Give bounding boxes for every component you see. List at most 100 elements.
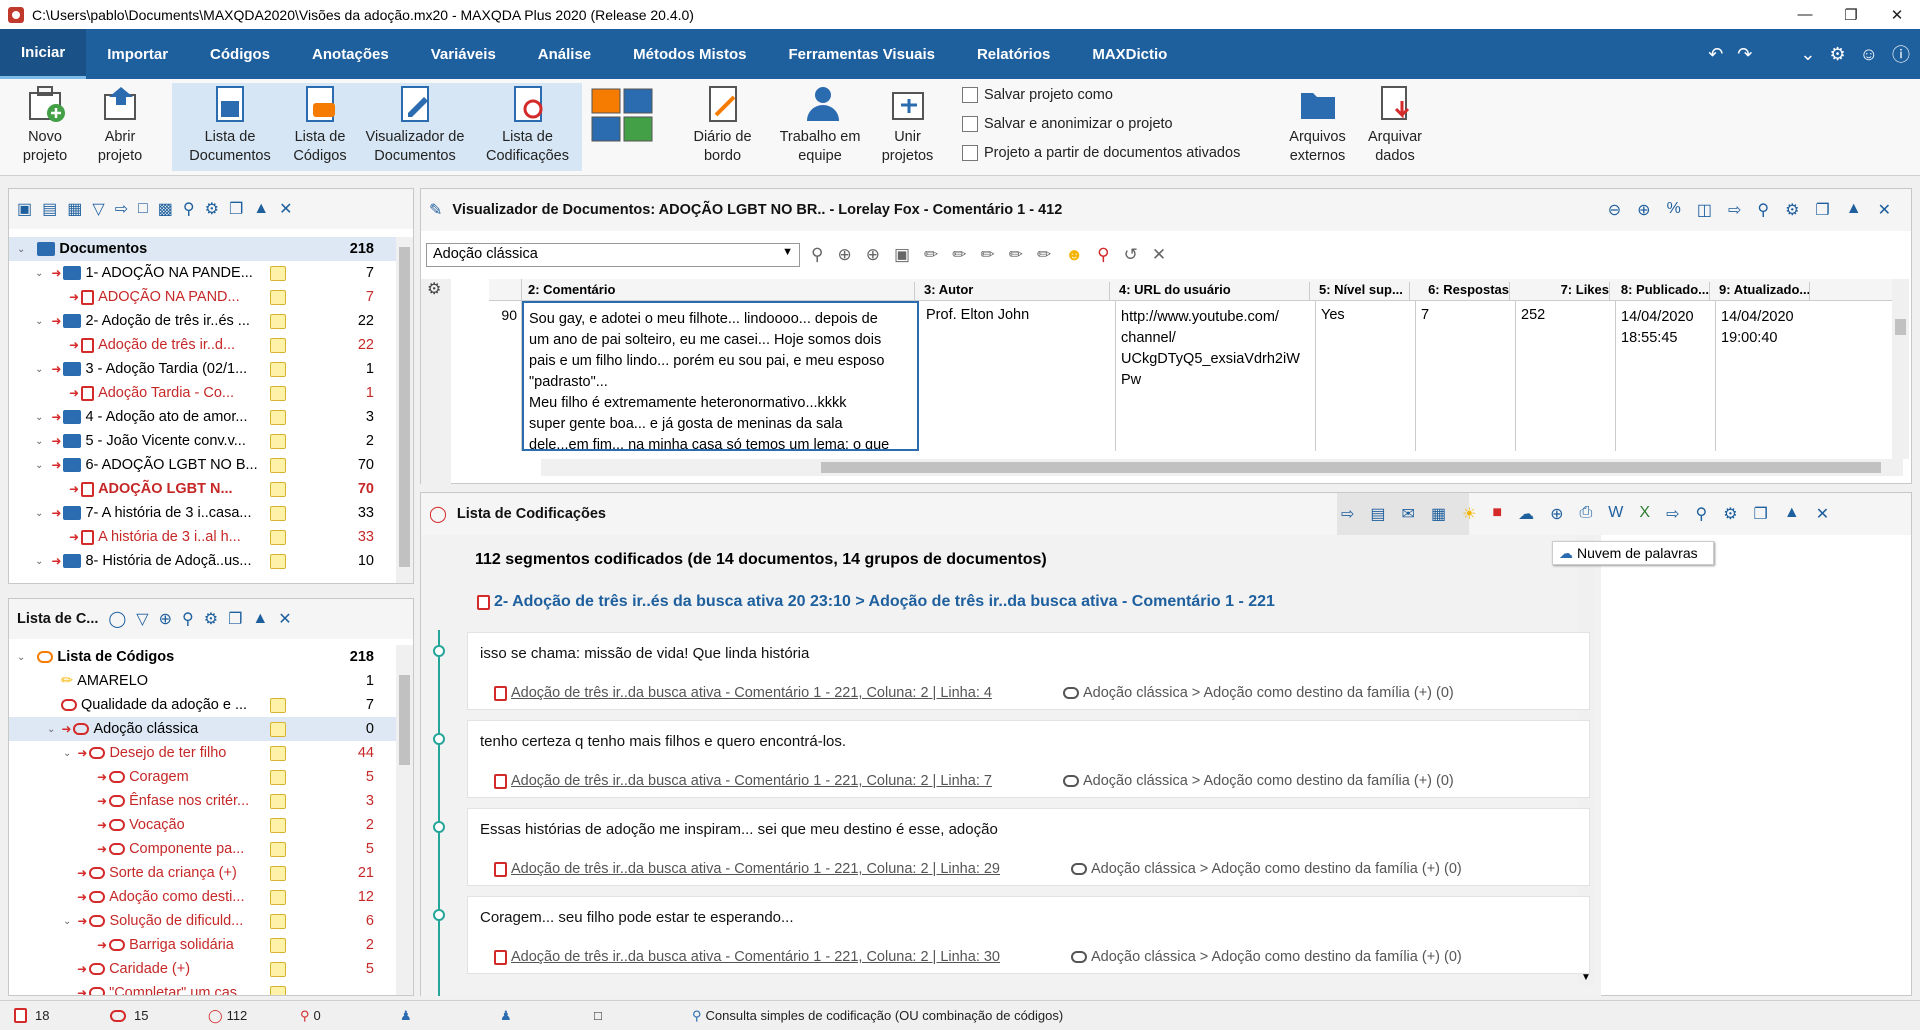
segment-marker-icon[interactable] xyxy=(433,909,445,921)
chevron-icon[interactable]: ⌄ xyxy=(63,916,71,927)
float-window-icon[interactable]: ❐ xyxy=(228,609,242,629)
memo-icon[interactable] xyxy=(270,865,286,881)
code-item[interactable]: ⌄ ➜ Desejo de ter filho 44 xyxy=(9,741,396,765)
memo-icon[interactable] xyxy=(270,553,286,569)
memo-icon[interactable] xyxy=(270,457,286,473)
segment-source-link[interactable]: Adoção de três ir..da busca ativa - Come… xyxy=(494,949,1000,965)
tab-0[interactable]: Iniciar xyxy=(0,29,87,79)
code-item[interactable]: ➜ "Completar" um cas... xyxy=(9,981,396,995)
code-item[interactable]: ⌄ ➜ Adoção clássica 0 xyxy=(9,717,396,741)
code-item[interactable]: ➜ Componente pa... 5 xyxy=(9,837,396,861)
memo-icon[interactable] xyxy=(270,313,286,329)
document-list-button[interactable]: Lista de Documentos xyxy=(189,83,271,171)
coded-segment[interactable]: Essas histórias de adoção me inspiram...… xyxy=(467,808,1590,886)
code-item[interactable]: ⌄ ➜ Solução de dificuld... 6 xyxy=(9,909,396,933)
tab-8[interactable]: Relatórios xyxy=(956,29,1071,79)
close-window-button[interactable]: ✕ xyxy=(1874,0,1920,29)
remove-code-icon[interactable]: ✕ xyxy=(1152,245,1166,265)
table-icon[interactable]: ▦ xyxy=(1431,504,1446,524)
memo-icon[interactable] xyxy=(270,409,286,425)
coded-segments-button[interactable]: Lista de Codificações xyxy=(480,83,575,171)
highlight-icon[interactable]: ✏ xyxy=(952,245,966,265)
zoom-in-icon[interactable]: ⊕ xyxy=(1637,200,1650,220)
chevron-icon[interactable]: ⌄ xyxy=(35,436,43,447)
memo-icon[interactable] xyxy=(270,265,286,281)
published-cell[interactable]: 14/04/2020 18:55:45 xyxy=(1616,301,1716,451)
column-header[interactable]: 7: Likes xyxy=(1516,282,1610,301)
documents-root[interactable]: ⌄ Documentos 218 xyxy=(9,237,396,261)
updated-cell[interactable]: 14/04/2020 19:00:40 xyxy=(1716,301,1816,451)
code-pin-icon[interactable]: ⚲ xyxy=(811,245,823,265)
segment-source-link[interactable]: Adoção de três ir..da busca ativa - Come… xyxy=(494,773,992,789)
tab-2[interactable]: Códigos xyxy=(189,29,291,79)
collapse-icon[interactable]: ▲ xyxy=(253,200,269,218)
gear-icon[interactable]: ⚙ xyxy=(1829,44,1845,65)
chevron-icon[interactable]: ⌄ xyxy=(35,364,43,375)
chevron-icon[interactable]: ⌄ xyxy=(35,460,43,471)
float-window-icon[interactable]: ❐ xyxy=(229,199,243,219)
layout-grid-button[interactable] xyxy=(588,83,658,171)
memo-icon[interactable] xyxy=(270,505,286,521)
chevron-icon[interactable]: ⌄ xyxy=(63,748,71,759)
memo-icon[interactable] xyxy=(270,289,286,305)
document-item[interactable]: ➜ Adoção Tardia - Co... 1 xyxy=(9,381,396,405)
collapse-icon[interactable]: ▲ xyxy=(1784,504,1800,524)
chevron-icon[interactable]: ⌄ xyxy=(35,508,43,519)
document-group[interactable]: ⌄ ➜ 3 - Adoção Tardia (02/1... 1 xyxy=(9,357,396,381)
level-cell[interactable]: Yes xyxy=(1316,301,1416,451)
collapse-icon[interactable]: ▲ xyxy=(1846,200,1862,220)
column-header[interactable]: 4: URL do usuário xyxy=(1116,282,1310,301)
highlight-icon[interactable]: ✏ xyxy=(1037,245,1051,265)
document-group[interactable]: ⌄ ➜ 4 - Adoção ato de amor... 3 xyxy=(9,405,396,429)
highlight-icon[interactable]: ✏ xyxy=(1009,245,1023,265)
tab-6[interactable]: Métodos Mistos xyxy=(612,29,767,79)
status-teamwork[interactable]: ♟ xyxy=(500,1008,512,1024)
segment-source-link[interactable]: Adoção de três ir..da busca ativa - Come… xyxy=(494,685,992,701)
float-window-icon[interactable]: ❐ xyxy=(1815,200,1829,220)
comment-cell[interactable]: Sou gay, e adotei o meu filhote... lindo… xyxy=(522,301,919,451)
excel-icon[interactable]: X xyxy=(1639,504,1650,524)
segment-code[interactable]: Adoção clássica > Adoção como destino da… xyxy=(1071,861,1462,877)
close-icon[interactable]: ✕ xyxy=(278,609,291,629)
in-vivo-icon[interactable]: ⚲ xyxy=(1097,245,1109,265)
memo-icon[interactable] xyxy=(270,793,286,809)
add-doc-icon[interactable]: ▤ xyxy=(42,199,57,219)
code-list-button[interactable]: Lista de Códigos xyxy=(285,83,355,171)
memo-icon[interactable] xyxy=(270,361,286,377)
select-icon[interactable]: ▣ xyxy=(894,245,910,265)
column-header[interactable]: 3: Autor xyxy=(921,282,1110,301)
memo-icon[interactable] xyxy=(270,937,286,953)
search-icon[interactable]: ⚲ xyxy=(1757,200,1769,220)
tab-1[interactable]: Importar xyxy=(86,29,189,79)
url-cell[interactable]: http://www.youtube.com/channel/UCkgDTyQ5… xyxy=(1116,301,1316,451)
tab-7[interactable]: Ferramentas Visuais xyxy=(767,29,955,79)
maximize-button[interactable]: ❐ xyxy=(1828,0,1874,29)
memo-icon[interactable] xyxy=(270,721,286,737)
comment-icon[interactable]: ✉ xyxy=(1402,504,1415,524)
add-code-icon[interactable]: ⊕ xyxy=(1550,504,1563,524)
document-group[interactable]: ⌄ ➜ 8- História de Adoçã..us... 10 xyxy=(9,549,396,573)
highlight-icon[interactable]: ✏ xyxy=(981,245,995,265)
gear-icon[interactable]: ⚙ xyxy=(205,199,219,219)
close-icon[interactable]: ✕ xyxy=(1878,200,1891,220)
document-item[interactable]: ➜ ADOÇÃO NA PAND... 7 xyxy=(9,285,396,309)
status-codes[interactable]: 15 xyxy=(110,1008,148,1023)
code-system-root[interactable]: ⌄ Lista de Códigos 218 xyxy=(9,645,396,669)
zoom-out-icon[interactable]: ⊖ xyxy=(1608,200,1621,220)
collapse-icon[interactable]: ▲ xyxy=(252,610,268,628)
segment-code[interactable]: Adoção clássica > Adoção como destino da… xyxy=(1063,773,1454,789)
document-group[interactable]: ⌄ ➜ 7- A história de 3 i..casa... 33 xyxy=(9,501,396,525)
save-as-button[interactable]: Salvar projeto como xyxy=(962,87,1113,103)
new-doc-icon[interactable]: □ xyxy=(138,200,148,218)
document-group[interactable]: ⌄ ➜ 6- ADOÇÃO LGBT NO B... 70 xyxy=(9,453,396,477)
new-project-button[interactable]: Novo projeto xyxy=(10,83,80,171)
column-header[interactable]: 6: Respostas xyxy=(1416,282,1510,301)
memo-icon[interactable] xyxy=(270,769,286,785)
tab-4[interactable]: Variáveis xyxy=(410,29,517,79)
undo-icon[interactable]: ↶ xyxy=(1708,44,1723,65)
likes-cell[interactable]: 252 xyxy=(1516,301,1616,451)
segment-code[interactable]: Adoção clássica > Adoção como destino da… xyxy=(1071,949,1462,965)
document-viewer-button[interactable]: Visualizador de Documentos xyxy=(360,83,470,171)
code-item[interactable]: ➜ Adoção como desti... 12 xyxy=(9,885,396,909)
color-icon[interactable]: ■ xyxy=(1492,504,1502,524)
